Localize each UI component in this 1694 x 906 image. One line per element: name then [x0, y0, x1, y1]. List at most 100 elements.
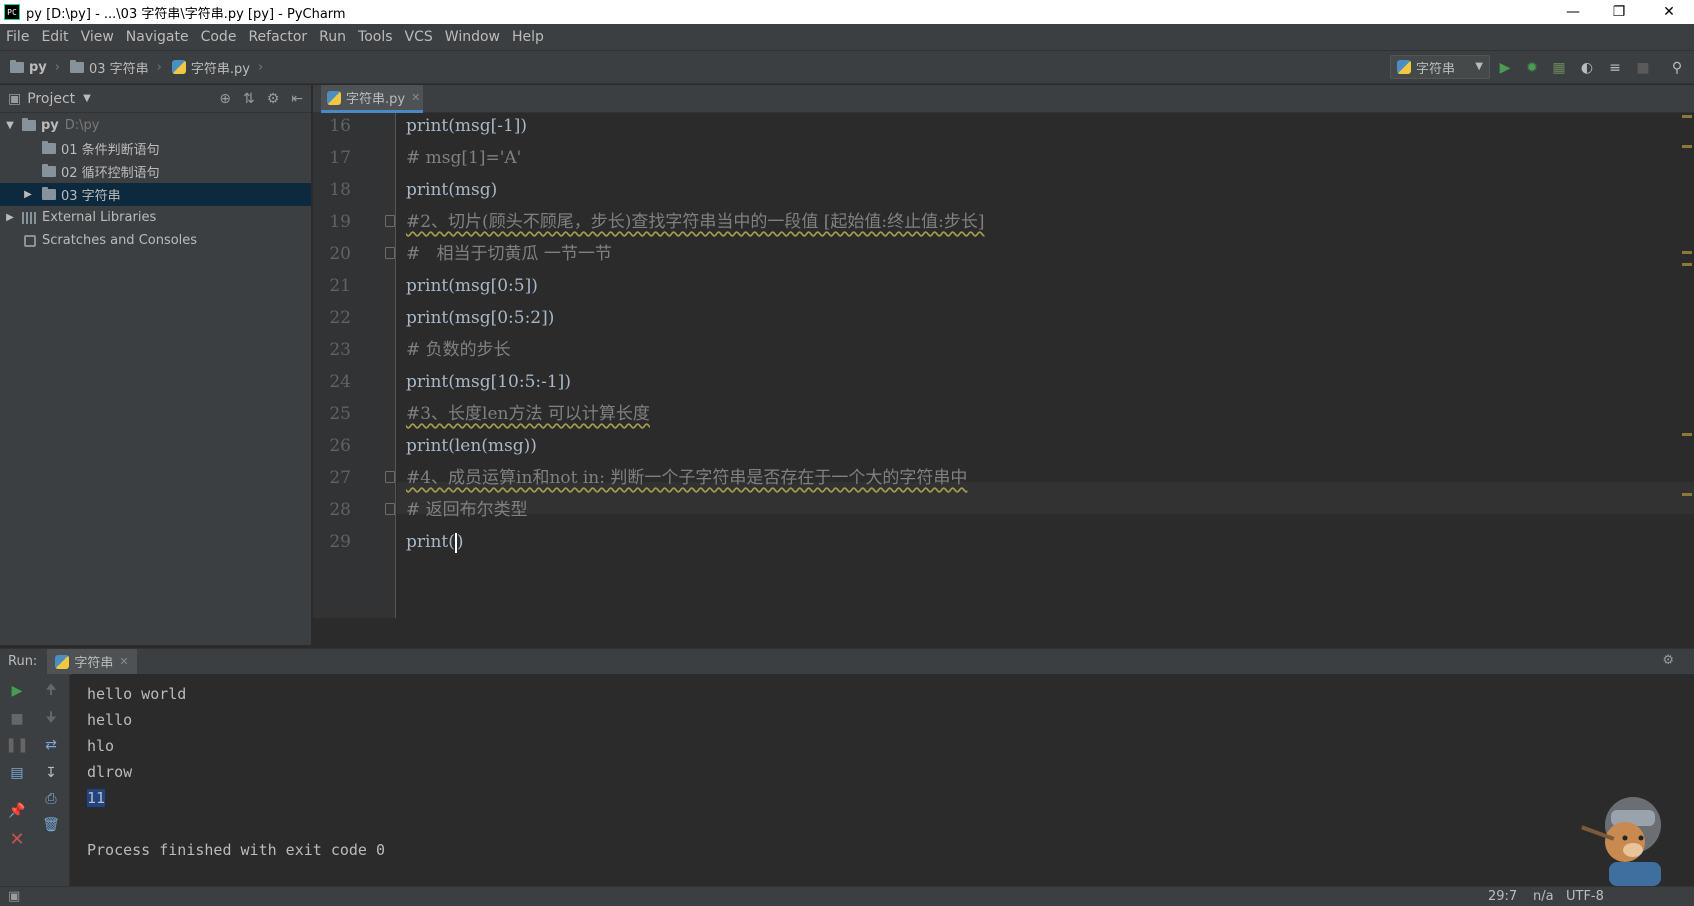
scroll-to-end-icon[interactable]: ↧	[42, 764, 60, 782]
breadcrumb-file[interactable]: 字符串.py ›	[171, 58, 264, 77]
close-icon[interactable]: ✕	[411, 91, 420, 104]
tool-windows-icon[interactable]: ▣	[8, 889, 20, 904]
fold-marker-icon[interactable]	[385, 247, 395, 259]
menu-bar: File Edit View Navigate Code Refactor Ru…	[0, 24, 1694, 50]
fold-marker-icon[interactable]	[385, 471, 395, 483]
window-title: py [D:\py] - ...\03 字符串\字符串.py [py] - Py…	[26, 6, 346, 22]
run-icon[interactable]: ▶	[1496, 59, 1514, 77]
run-configuration-select[interactable]: 字符串 ▼	[1390, 55, 1490, 79]
console-line: hello	[87, 711, 133, 729]
tree-item-01[interactable]: 01 条件判断语句	[0, 137, 311, 160]
file-encoding[interactable]: UTF-8	[1566, 889, 1604, 904]
caret-position[interactable]: 29:7	[1488, 889, 1517, 904]
error-stripe-mark[interactable]	[1682, 493, 1692, 496]
tree-item-label: 03 字符串	[61, 189, 121, 204]
folder-icon	[42, 187, 56, 200]
menu-file[interactable]: File	[0, 29, 35, 45]
line-number: 24	[329, 372, 351, 392]
code-line: print(msg[10:5:-1])	[406, 372, 571, 392]
folder-icon	[69, 59, 84, 73]
pin-icon[interactable]: 📌	[8, 802, 26, 820]
trash-icon[interactable]: 🗑	[42, 816, 60, 834]
search-icon[interactable]: ⚲	[1668, 59, 1686, 77]
tree-item-external-libraries[interactable]: ▶ External Libraries	[0, 206, 311, 229]
error-stripe-mark[interactable]	[1682, 145, 1692, 148]
collapse-all-icon[interactable]: ⇅	[243, 91, 255, 107]
pycharm-logo-icon: PC	[4, 4, 20, 20]
project-panel-header[interactable]: ▣ Project ▼ ⊕ ⇅ ⚙ ⇤	[0, 85, 311, 113]
menu-tools[interactable]: Tools	[352, 29, 399, 45]
expand-arrow-icon: ▶	[24, 189, 32, 200]
fold-marker-icon[interactable]	[385, 503, 395, 515]
pause-icon[interactable]: ❚❚	[5, 736, 28, 754]
project-panel: ▣ Project ▼ ⊕ ⇅ ⚙ ⇤ ▼ py D:\py 01 条件判断语句…	[0, 85, 312, 645]
folder-icon	[42, 141, 56, 154]
soft-wrap-icon[interactable]: ⇄	[42, 736, 60, 754]
close-icon[interactable]: ✕	[119, 655, 128, 668]
tree-item-03[interactable]: ▶ 03 字符串	[0, 183, 311, 206]
minimize-button[interactable]: —	[1550, 0, 1596, 24]
menu-window[interactable]: Window	[439, 29, 506, 45]
line-separator[interactable]: n/a	[1533, 889, 1554, 904]
gear-icon[interactable]: ⚙	[267, 91, 280, 107]
layout-icon[interactable]: ▤	[8, 764, 26, 782]
code-line: print(msg)	[406, 180, 498, 200]
expand-arrow-icon: ▶	[6, 212, 14, 223]
folder-icon	[10, 59, 24, 73]
concurrency-icon[interactable]: ≡	[1606, 59, 1624, 77]
tree-item-label: 02 循环控制语句	[61, 166, 160, 181]
line-number: 16	[329, 116, 351, 136]
locate-icon[interactable]: ⊕	[219, 91, 231, 107]
console-line: dlrow	[87, 763, 133, 781]
code-editor[interactable]: 16 17 18 19 20 21 22 23 24 25 26 27 28 2…	[313, 113, 1694, 618]
breadcrumb-folder[interactable]: 03 字符串 ›	[69, 58, 162, 77]
tree-item-label: External Libraries	[42, 210, 157, 225]
code-line: print(len(msg))	[406, 436, 537, 456]
error-stripe-mark[interactable]	[1682, 251, 1692, 254]
menu-edit[interactable]: Edit	[35, 29, 74, 45]
chevron-right-icon: ›	[156, 59, 162, 75]
close-window-button[interactable]: ✕	[1646, 0, 1692, 24]
up-arrow-icon[interactable]: 🠉	[42, 682, 60, 700]
tree-item-scratches[interactable]: Scratches and Consoles	[0, 229, 311, 252]
run-console[interactable]: hello world hello hlo dlrow 11 Process f…	[71, 674, 1694, 886]
menu-navigate[interactable]: Navigate	[120, 29, 195, 45]
close-icon[interactable]: ✕	[8, 829, 26, 850]
tree-item-py[interactable]: ▼ py D:\py	[0, 114, 311, 137]
tree-item-path: D:\py	[64, 118, 100, 133]
menu-run[interactable]: Run	[313, 29, 352, 45]
chevron-right-icon: ›	[257, 59, 264, 75]
error-stripe-mark[interactable]	[1682, 263, 1692, 266]
project-panel-title: Project	[27, 90, 76, 107]
menu-vcs[interactable]: VCS	[399, 29, 439, 45]
line-number: 17	[329, 148, 351, 168]
hide-panel-icon[interactable]: ⇤	[291, 91, 303, 107]
error-stripe-mark[interactable]	[1682, 433, 1692, 436]
line-number: 18	[329, 180, 351, 200]
breadcrumb-project[interactable]: py ›	[10, 59, 60, 75]
coverage-icon[interactable]: ▦	[1550, 59, 1568, 77]
menu-view[interactable]: View	[75, 29, 120, 45]
rerun-icon[interactable]: ▶	[8, 682, 26, 700]
restore-button[interactable]: ❐	[1596, 0, 1642, 24]
code-line: # 相当于切黄瓜 一节一节	[406, 244, 612, 264]
folder-icon	[22, 118, 36, 131]
console-line: Process finished with exit code 0	[87, 841, 386, 859]
stop-icon[interactable]: ■	[8, 710, 26, 728]
menu-help[interactable]: Help	[506, 29, 550, 45]
menu-code[interactable]: Code	[195, 29, 243, 45]
gear-icon[interactable]: ⚙	[1662, 653, 1674, 668]
tree-item-02[interactable]: 02 循环控制语句	[0, 160, 311, 183]
run-tab[interactable]: 字符串 ✕	[47, 648, 137, 675]
tree-item-label: 01 条件判断语句	[61, 143, 160, 158]
debug-icon[interactable]: ✹	[1523, 59, 1541, 77]
print-icon[interactable]: ⎙	[42, 790, 60, 808]
line-gutter: 16 17 18 19 20 21 22 23 24 25 26 27 28 2…	[313, 113, 396, 618]
stop-icon[interactable]: ■	[1634, 59, 1652, 77]
editor-tab-file[interactable]: 字符串.py ✕	[321, 85, 423, 113]
menu-refactor[interactable]: Refactor	[242, 29, 313, 45]
down-arrow-icon[interactable]: 🠋	[42, 710, 60, 728]
profile-icon[interactable]: ◐	[1578, 59, 1596, 77]
error-stripe-mark[interactable]	[1682, 115, 1692, 118]
fold-marker-icon[interactable]	[385, 215, 395, 227]
